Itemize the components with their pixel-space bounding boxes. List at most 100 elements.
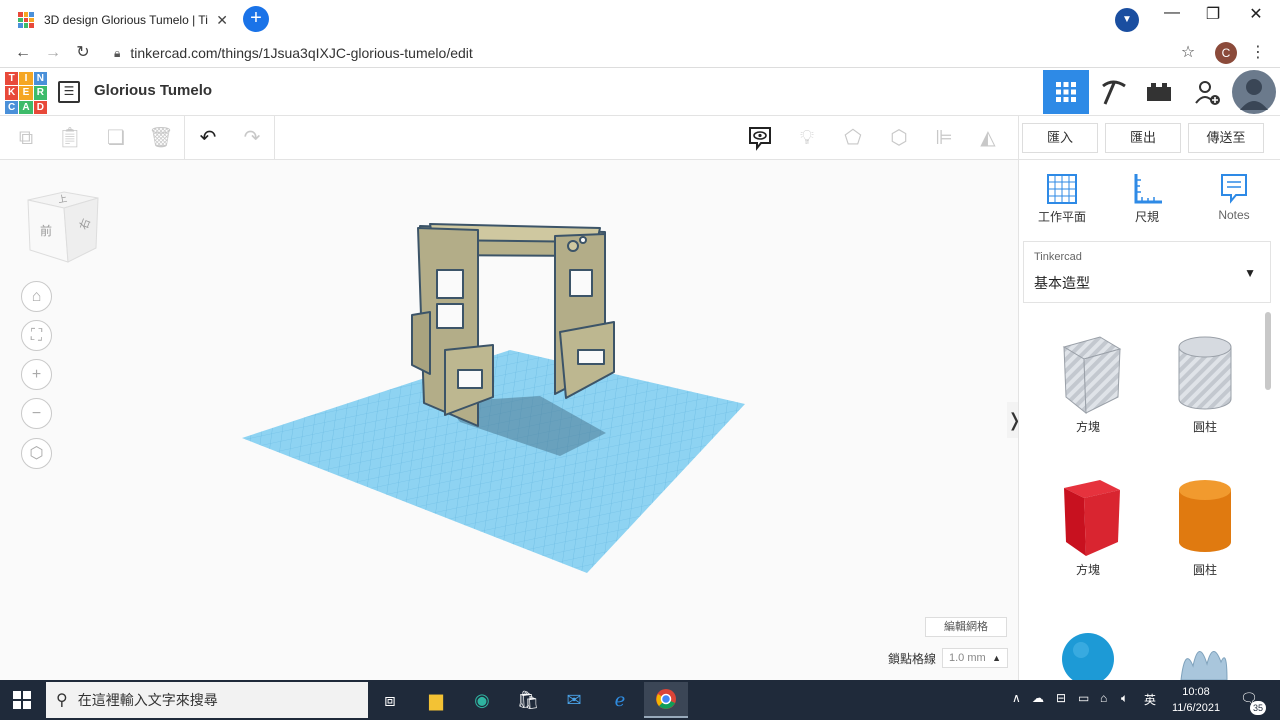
share-user-button[interactable]: [1184, 70, 1230, 114]
ruler-tool[interactable]: 尺規: [1112, 170, 1182, 225]
search-icon: ⚲: [56, 692, 68, 709]
ruler-label: 尺規: [1134, 210, 1159, 224]
group-icon[interactable]: ⬠: [839, 124, 867, 152]
restore-icon[interactable]: ❐: [1198, 4, 1228, 26]
undo-icon[interactable]: ↶: [194, 124, 222, 152]
panel-scrollbar[interactable]: [1265, 312, 1271, 390]
close-tab-icon[interactable]: ✕: [216, 12, 228, 29]
workplane-icon: [1047, 174, 1077, 204]
notes-label: Notes: [1218, 208, 1250, 222]
forward-icon[interactable]: →: [40, 40, 66, 66]
notes-tool[interactable]: Notes: [1199, 170, 1269, 222]
notification-count-badge: 35: [1250, 701, 1266, 715]
back-icon[interactable]: ←: [10, 40, 36, 66]
blocks-view-button[interactable]: [1090, 70, 1136, 114]
bookmark-star-icon[interactable]: ☆: [1175, 40, 1201, 66]
design-title[interactable]: Glorious Tumelo: [94, 82, 212, 99]
send-to-button[interactable]: 傳送至: [1188, 123, 1264, 153]
dropdown-caret-icon: ▼: [1244, 266, 1256, 280]
network-status-icon[interactable]: ⊟: [1056, 691, 1066, 705]
view-cube[interactable]: 前 右 上: [24, 188, 100, 271]
lightbulb-icon[interactable]: 💡︎: [793, 124, 821, 152]
speech-bubble-eye-icon: [749, 127, 771, 151]
copy-icon[interactable]: ⧉: [12, 124, 40, 152]
workplane-tool[interactable]: 工作平面: [1027, 170, 1097, 225]
address-bar[interactable]: 🔒︎ tinkercad.com/things/1Jsua3qIXJC-glor…: [100, 40, 1210, 66]
cylinder-orange-icon: [1179, 480, 1231, 552]
browser-tab-strip: 3D design Glorious Tumelo | Ti ✕ + ▼ — ❐…: [0, 0, 1280, 38]
browser-tab[interactable]: 3D design Glorious Tumelo | Ti ✕: [8, 4, 238, 36]
design-list-icon[interactable]: ☰: [58, 81, 80, 103]
export-button[interactable]: 匯出: [1105, 123, 1181, 153]
import-button[interactable]: 匯入: [1022, 123, 1098, 153]
input-method-indicator[interactable]: 英: [1144, 691, 1156, 708]
start-button[interactable]: [0, 680, 44, 720]
caret-up-icon: ▲: [992, 653, 1001, 663]
redo-icon[interactable]: ↷: [238, 124, 266, 152]
wifi-icon[interactable]: ⌂: [1100, 691, 1107, 705]
minimize-icon[interactable]: —: [1157, 4, 1187, 26]
tinkercad-logo[interactable]: T I N K E R C A D: [5, 72, 47, 114]
zoom-out-icon[interactable]: −: [21, 398, 52, 429]
chrome-icon[interactable]: [644, 682, 688, 718]
shape-cylinder[interactable]: 圓柱: [1155, 476, 1255, 578]
windows-taskbar: ⚲ 在這裡輸入文字來搜尋 ⧈ ▆ ◉ 🛍︎ ✉ ℯ ∧ ☁ ⊟ ▭ ⌂ 🔈︎ 英…: [0, 680, 1280, 720]
snap-grid-value: 1.0 mm: [949, 652, 986, 664]
battery-icon[interactable]: ▭: [1078, 691, 1089, 705]
taskbar-search-box[interactable]: ⚲ 在這裡輸入文字來搜尋: [46, 682, 368, 718]
edit-grid-button[interactable]: 編輯網格: [925, 617, 1007, 637]
shape-box-hole[interactable]: 方塊: [1038, 333, 1138, 435]
zoom-in-icon[interactable]: +: [21, 359, 52, 390]
new-tab-button[interactable]: +: [243, 6, 269, 32]
shape-library-dropdown[interactable]: Tinkercad 基本造型 ▼: [1023, 241, 1271, 303]
task-view-icon[interactable]: ⧈: [368, 682, 412, 718]
bricks-view-button[interactable]: [1136, 70, 1182, 114]
view-cube-front-label: 前: [40, 224, 53, 238]
mail-icon[interactable]: ✉: [552, 682, 596, 718]
logo-letter: R: [33, 86, 47, 100]
browser-profile-avatar[interactable]: C: [1215, 42, 1237, 64]
user-profile-avatar[interactable]: [1232, 70, 1276, 114]
browser-menu-icon[interactable]: ⋮: [1245, 40, 1271, 66]
workplane-label: 工作平面: [1037, 210, 1086, 224]
workplane-canvas[interactable]: 前 右 上 ⌂ ⛶ + − ⬡: [0, 160, 1018, 680]
internet-explorer-icon[interactable]: ℯ: [598, 682, 642, 718]
shape-scribble[interactable]: [1177, 636, 1231, 680]
shape-cylinder-hole[interactable]: 圓柱: [1155, 333, 1255, 435]
edge-icon[interactable]: ◉: [460, 682, 504, 718]
clock-date: 11/6/2021: [1171, 702, 1221, 714]
show-hidden-icons[interactable]: ∧: [1012, 691, 1021, 705]
close-window-icon[interactable]: ✕: [1241, 4, 1271, 26]
library-category: 基本造型: [1034, 275, 1090, 291]
home-view-icon[interactable]: ⌂: [21, 281, 52, 312]
ungroup-icon[interactable]: ⬡: [885, 124, 913, 152]
taskbar-clock[interactable]: 10:08 11/6/2021: [1166, 684, 1226, 716]
snap-grid-select[interactable]: 1.0 mm ▲: [942, 648, 1008, 668]
3d-design-view-button[interactable]: [1043, 70, 1089, 114]
shape-sphere[interactable]: [1061, 632, 1115, 680]
tab-title: 3D design Glorious Tumelo | Ti: [44, 13, 208, 27]
paste-icon[interactable]: 📋︎: [56, 124, 84, 152]
tinkercad-favicon-icon: [18, 12, 34, 28]
align-icon[interactable]: ⊫: [930, 124, 958, 152]
fit-view-icon[interactable]: ⛶: [21, 320, 52, 351]
volume-icon[interactable]: 🔈︎: [1121, 691, 1128, 706]
store-icon[interactable]: 🛍︎: [506, 682, 550, 718]
avatar-icon: [1240, 79, 1268, 110]
perspective-icon[interactable]: ⬡: [21, 438, 52, 469]
box-hole-icon: [1062, 336, 1122, 415]
delete-icon[interactable]: 🗑︎: [147, 124, 175, 152]
clock-time: 10:08: [1182, 686, 1210, 698]
duplicate-icon[interactable]: ❏: [102, 124, 130, 152]
comment-eye-icon[interactable]: [746, 124, 774, 152]
file-explorer-icon[interactable]: ▆: [414, 682, 458, 718]
logo-letter: I: [19, 72, 33, 86]
mirror-icon[interactable]: ◭: [974, 124, 1002, 152]
download-icon[interactable]: ▼: [1115, 8, 1139, 32]
grid-icon: [1056, 82, 1076, 102]
reload-icon[interactable]: ↻: [70, 40, 96, 66]
search-placeholder: 在這裡輸入文字來搜尋: [77, 692, 218, 708]
shape-box[interactable]: 方塊: [1038, 476, 1138, 578]
cloud-sync-icon[interactable]: ☁: [1032, 691, 1044, 705]
logo-letter: T: [5, 72, 19, 86]
